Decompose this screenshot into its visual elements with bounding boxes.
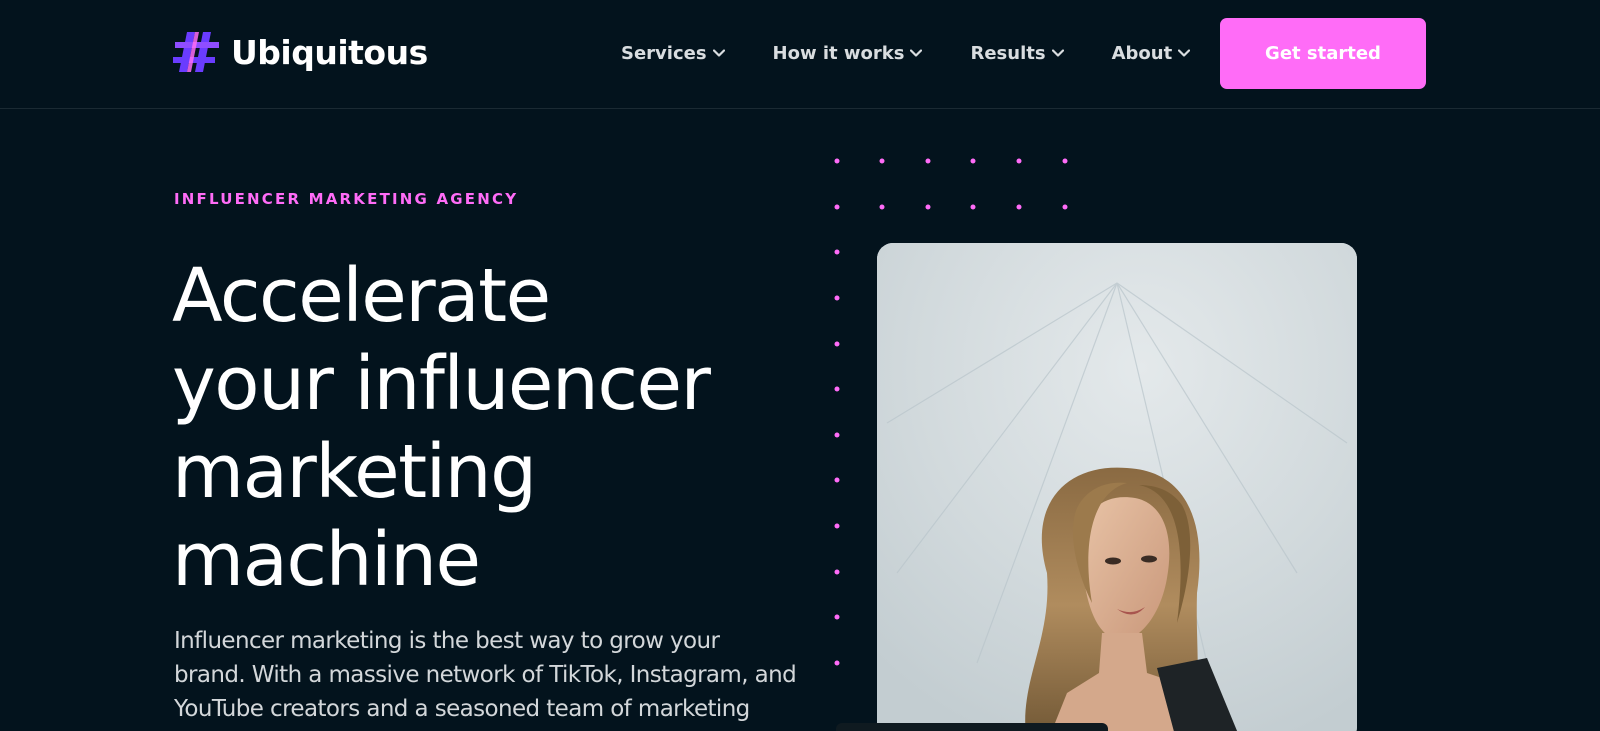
headline-line: machine (172, 517, 481, 603)
chevron-down-icon (712, 49, 725, 57)
chevron-down-icon (1178, 49, 1191, 57)
card-footer-strip (836, 723, 1108, 731)
hashtag-icon (173, 32, 219, 72)
site-header: Ubiquitous Services How it works Results… (0, 0, 1600, 109)
lead-line: YouTube creators and a seasoned team of … (174, 696, 750, 722)
lead-line: Influencer marketing is the best way to … (174, 628, 720, 654)
nav-item-label: Results (970, 42, 1046, 64)
chevron-down-icon (910, 49, 923, 57)
brand-logo[interactable]: Ubiquitous (173, 30, 428, 74)
nav-item-label: How it works (772, 42, 905, 64)
nav-item-label: About (1111, 42, 1173, 64)
brand-name: Ubiquitous (231, 32, 428, 72)
lead-line: brand. With a massive network of TikTok,… (174, 662, 797, 688)
chevron-down-icon (1051, 49, 1064, 57)
hero-headline: Accelerate your influencer marketing mac… (172, 252, 792, 604)
nav-item-results[interactable]: Results (970, 42, 1064, 64)
get-started-button[interactable]: Get started (1220, 18, 1426, 89)
headline-line: Accelerate (172, 253, 551, 339)
headline-line: marketing (172, 429, 537, 515)
main-nav: Services How it works Results About (621, 38, 1191, 68)
portrait-illustration (877, 243, 1357, 731)
nav-item-label: Services (621, 42, 707, 64)
nav-item-about[interactable]: About (1112, 43, 1191, 64)
headline-line: your influencer (172, 341, 711, 427)
hero-lead-paragraph: Influencer marketing is the best way to … (174, 624, 797, 726)
hero-eyebrow: INFLUENCER MARKETING AGENCY (174, 190, 519, 208)
influencer-portrait-photo (877, 243, 1357, 731)
nav-item-services[interactable]: Services (621, 43, 725, 64)
nav-item-how-it-works[interactable]: How it works (773, 43, 923, 64)
